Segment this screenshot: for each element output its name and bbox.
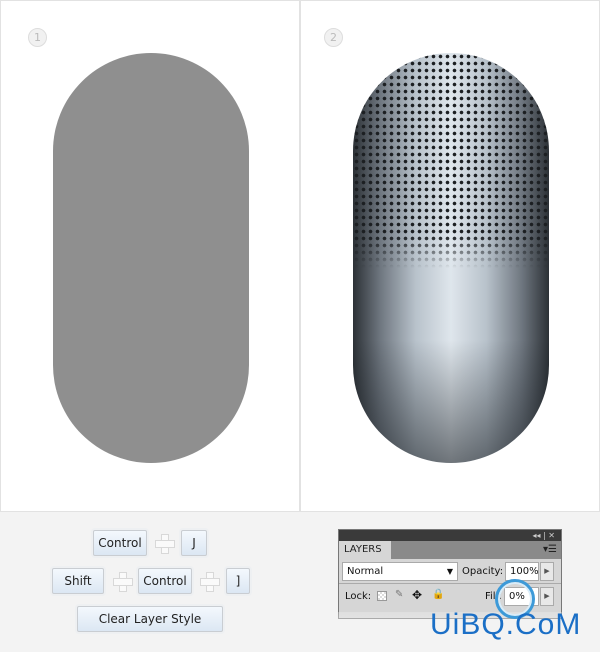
step-1-panel: 1 (0, 0, 300, 512)
watermark-logo: UiBQ.CoM (430, 608, 582, 641)
lock-all-padlock-icon[interactable]: 🔒 (432, 589, 444, 600)
clear-layer-style-button[interactable]: Clear Layer Style (77, 606, 223, 632)
blend-mode-value: Normal (347, 566, 384, 577)
opacity-label: Opacity: (462, 566, 504, 577)
plus-icon (113, 572, 133, 592)
fill-slider-arrow-icon[interactable]: ▶ (540, 587, 554, 606)
flat-capsule-shape (53, 53, 249, 463)
opacity-slider-arrow-icon[interactable]: ▶ (540, 562, 554, 581)
speaker-grille-dots (353, 53, 549, 268)
opacity-input[interactable]: 100% (505, 562, 539, 581)
key-control: Control (138, 568, 192, 594)
step-badge: 1 (28, 28, 47, 47)
key-control: Control (93, 530, 147, 556)
blend-mode-select[interactable]: Normal ▼ (342, 562, 458, 581)
lock-paint-brush-icon[interactable]: ✎ (395, 589, 403, 600)
key-bracket: ] (226, 568, 250, 594)
lock-label: Lock: (345, 591, 372, 602)
key-j: J (181, 530, 207, 556)
lock-position-move-icon[interactable]: ✥ (412, 588, 422, 602)
plus-icon (155, 534, 175, 554)
panel-title-controls[interactable]: ◂◂ | ✕ (339, 530, 561, 541)
step-badge: 2 (324, 28, 343, 47)
lock-transparency-icon[interactable] (377, 591, 387, 601)
plus-icon (200, 572, 220, 592)
metal-capsule-shape (353, 53, 549, 463)
step-2-panel: 2 (300, 0, 600, 512)
menu-icon[interactable]: ▾☰ (543, 544, 557, 555)
tab-layers[interactable]: LAYERS (339, 541, 391, 559)
key-shift: Shift (52, 568, 104, 594)
chevron-down-icon: ▼ (446, 567, 453, 576)
